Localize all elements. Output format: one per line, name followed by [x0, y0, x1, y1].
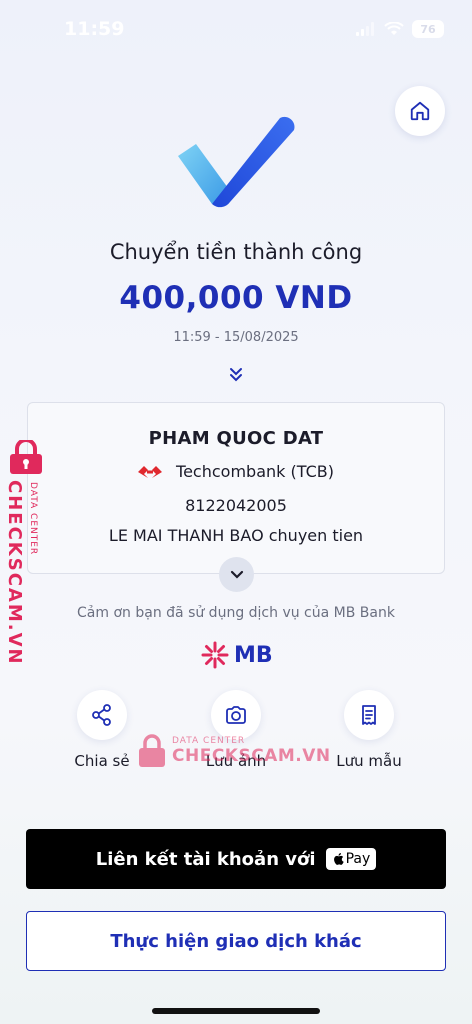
receiver-bank-row: Techcombank (TCB)	[0, 462, 472, 481]
transfer-memo: LE MAI THANH BAO chuyen tien	[108, 526, 364, 545]
success-check-icon	[178, 116, 295, 208]
receipt-icon	[362, 705, 376, 725]
save-template-label: Lưu mẫu	[336, 752, 402, 770]
watermark-center: DATA CENTER CHECKSCAM.VN	[138, 734, 331, 768]
home-button[interactable]	[395, 86, 445, 136]
receiver-account-number: 8122042005	[185, 496, 287, 515]
expand-details-button[interactable]	[219, 557, 254, 592]
lock-icon	[10, 440, 42, 474]
home-icon	[410, 101, 430, 121]
mb-logo-text: MB	[234, 642, 273, 668]
link-apple-pay-label: Liên kết tài khoản với	[95, 848, 316, 870]
transfer-datetime: 11:59 - 15/08/2025	[173, 330, 299, 345]
techcombank-logo-icon	[138, 465, 163, 478]
transfer-status-title: Chuyển tiền thành công	[109, 240, 363, 264]
wifi-icon	[384, 22, 404, 35]
camera-icon	[226, 706, 246, 724]
thanks-text: Cảm ơn bạn đã sử dụng dịch vụ của MB Ban…	[77, 605, 395, 621]
link-apple-pay-button[interactable]: Liên kết tài khoản với Pay	[26, 829, 446, 889]
share-icon	[92, 704, 111, 726]
other-transaction-button[interactable]: Thực hiện giao dịch khác	[26, 911, 446, 971]
save-template-button[interactable]	[344, 690, 394, 740]
share-label: Chia sẻ	[74, 752, 130, 770]
watermark-side-sub: DATA CENTER	[28, 482, 38, 556]
mb-star-icon	[201, 641, 229, 669]
status-time: 11:59	[64, 18, 125, 40]
save-image-button[interactable]	[211, 690, 261, 740]
apple-pay-badge: Pay	[325, 848, 377, 870]
chevron-down-icon	[230, 570, 243, 579]
battery-icon: 76	[412, 20, 444, 38]
receiver-bank: Techcombank (TCB)	[176, 462, 334, 481]
apple-icon	[333, 853, 344, 865]
watermark-center-sub: DATA CENTER	[172, 736, 246, 746]
share-button[interactable]	[77, 690, 127, 740]
home-indicator	[152, 1008, 320, 1014]
double-chevron-down-icon[interactable]	[226, 364, 246, 384]
mb-bank-logo: MB	[200, 640, 273, 670]
other-transaction-label: Thực hiện giao dịch khác	[110, 930, 362, 952]
watermark-center-brand: CHECKSCAM.VN	[172, 746, 331, 766]
receiver-name: PHAM QUOC DAT	[148, 428, 324, 449]
transfer-amount: 400,000 VND	[119, 280, 353, 316]
lock-icon	[139, 734, 165, 767]
apple-pay-text: Pay	[345, 851, 371, 867]
signal-icon	[356, 22, 374, 36]
status-icons: 76	[356, 20, 444, 38]
watermark-side-brand: CHECKSCAM.VN	[4, 480, 25, 666]
